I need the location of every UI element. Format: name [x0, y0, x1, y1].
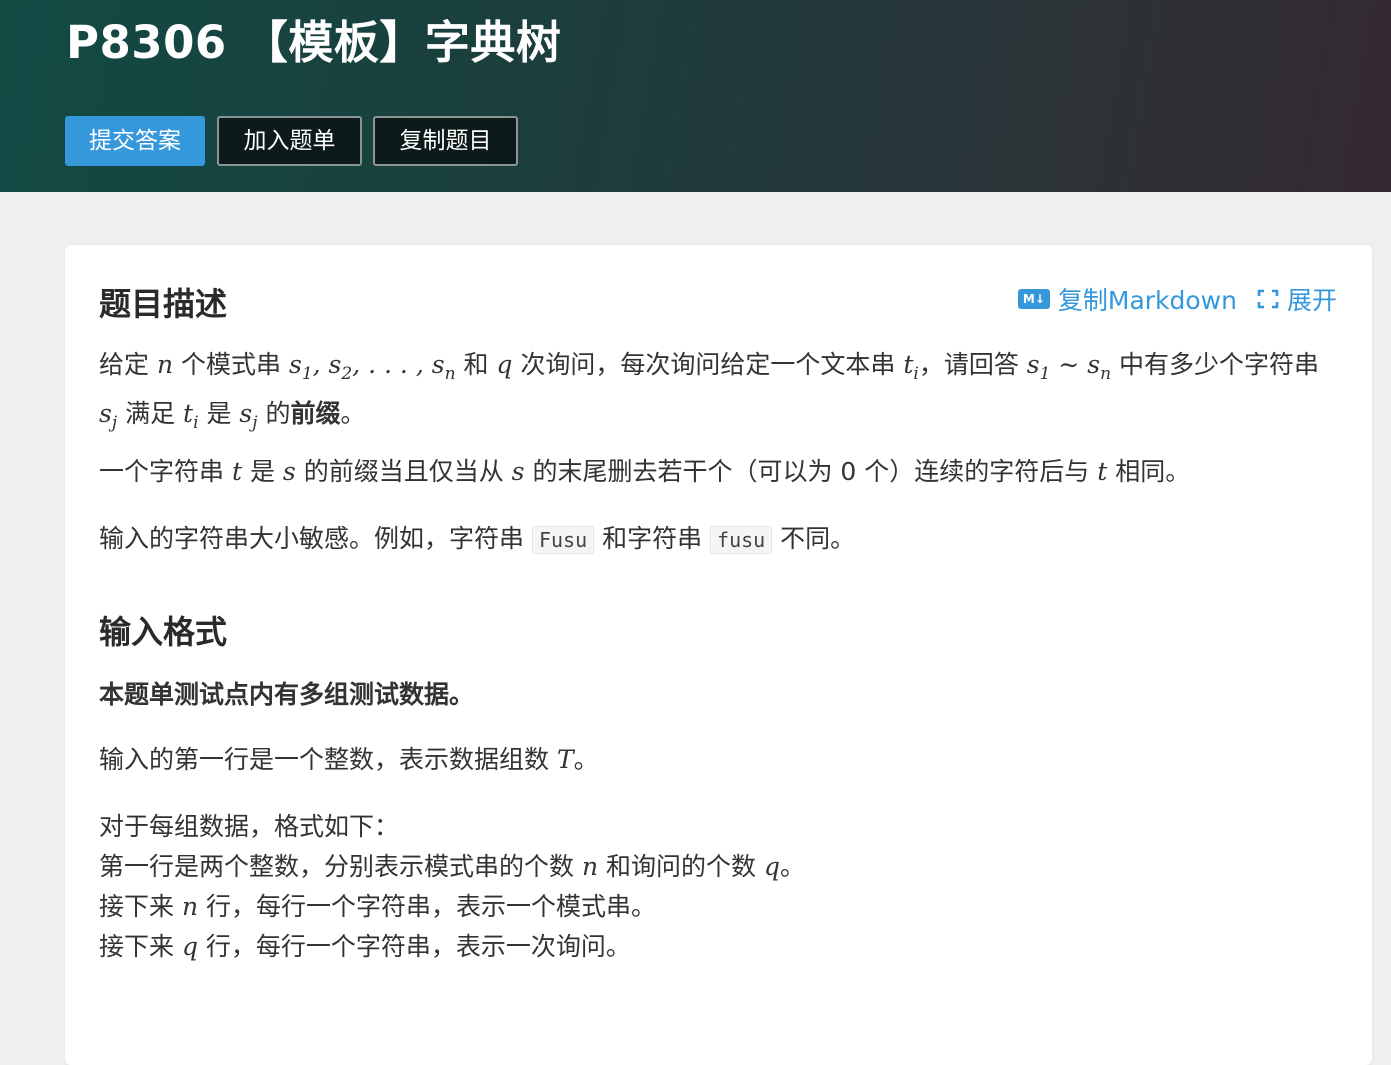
expand-label: 展开 — [1286, 286, 1337, 315]
copy-markdown-button[interactable]: M↓ 复制Markdown — [1017, 281, 1237, 317]
expand-button[interactable]: 展开 — [1257, 281, 1337, 317]
input-format-details: 对于每组数据，格式如下： 第一行是两个整数，分别表示模式串的个数 n 和询问的个数… — [99, 812, 805, 961]
input-format-heading: 输入格式 — [99, 613, 228, 651]
code-fusu-lower: fusu — [710, 526, 773, 554]
problem-title: P8306 【模板】字典树 — [66, 16, 562, 69]
code-fusu-upper: Fusu — [531, 526, 595, 554]
description-paragraph-3: 输入的字符串大小敏感。例如，字符串 Fusu 和字符串 fusu 不同。 — [99, 524, 856, 554]
copy-markdown-label: 复制Markdown — [1057, 286, 1237, 315]
problem-header: P8306 【模板】字典树 提交答案 加入题单 复制题目 — [0, 0, 1391, 192]
markdown-icon: M↓ — [1017, 289, 1050, 309]
card-actions: M↓ 复制Markdown 展开 — [1017, 281, 1337, 317]
input-line-T: 输入的第一行是一个整数，表示数据组数 T。 — [99, 745, 599, 774]
submit-answer-button[interactable]: 提交答案 — [65, 116, 205, 166]
add-to-list-button[interactable]: 加入题单 — [217, 116, 362, 166]
description-heading: 题目描述 — [99, 285, 228, 323]
description-paragraph-2: 一个字符串 t 是 s 的前缀当且仅当从 s 的末尾删去若干个（可以为 0 个）… — [99, 457, 1191, 486]
problem-content-card: 题目描述 M↓ 复制Markdown 展开 给定 n 个模式串 s1, s2, … — [65, 245, 1372, 1065]
copy-problem-button[interactable]: 复制题目 — [373, 116, 518, 166]
description-paragraph-1: 给定 n 个模式串 s1, s2, . . . , sn 和 q 次询问，每次询… — [99, 350, 1320, 433]
multi-testcase-note: 本题单测试点内有多组测试数据。 — [99, 680, 475, 709]
expand-icon — [1257, 289, 1279, 309]
